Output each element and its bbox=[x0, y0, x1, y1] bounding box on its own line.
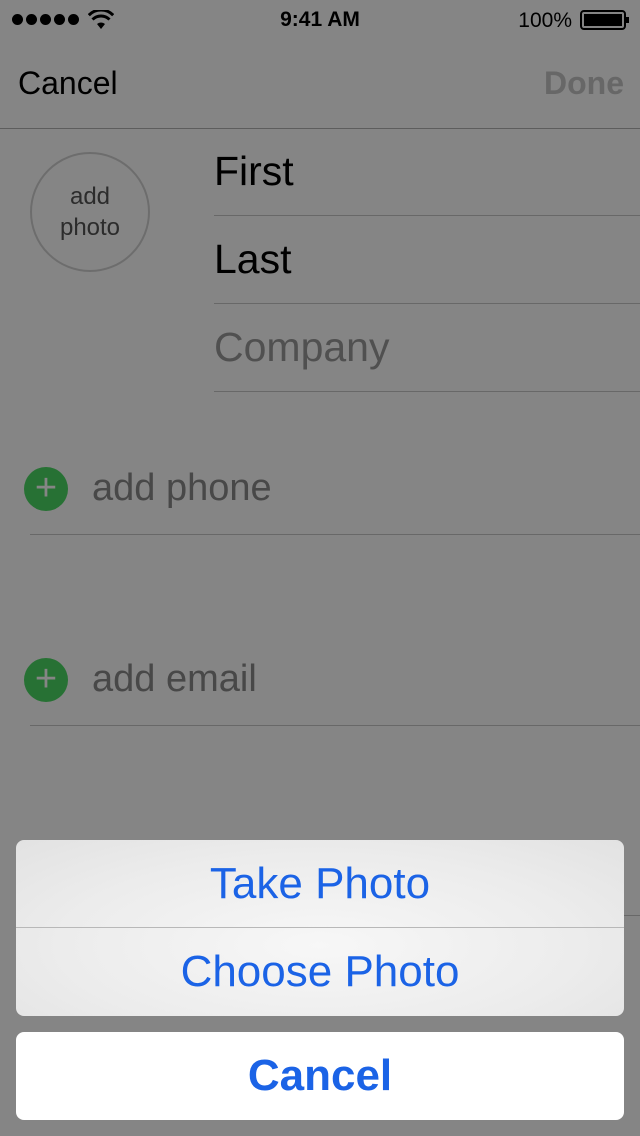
action-sheet-cancel-button[interactable]: Cancel bbox=[16, 1032, 624, 1120]
action-sheet: Take Photo Choose Photo bbox=[16, 840, 624, 1016]
new-contact-screen: 9:41 AM 100% Cancel Done add photo First… bbox=[0, 0, 640, 1136]
take-photo-button[interactable]: Take Photo bbox=[16, 840, 624, 928]
choose-photo-button[interactable]: Choose Photo bbox=[16, 928, 624, 1016]
